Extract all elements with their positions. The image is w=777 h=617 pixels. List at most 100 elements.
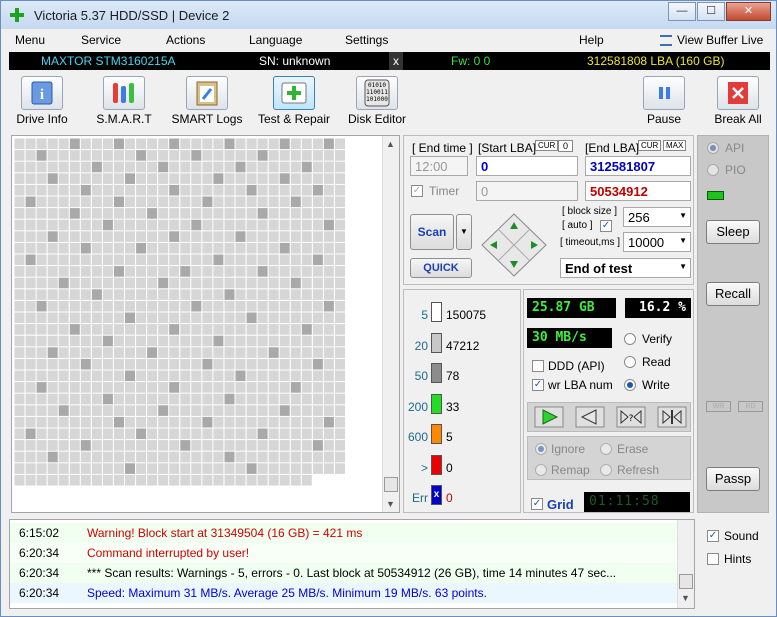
refresh-radio[interactable] (600, 464, 612, 476)
scan-button[interactable]: Scan (410, 214, 454, 250)
direction-pad[interactable] (480, 212, 548, 278)
smart-button[interactable]: S.M.A.R.T (89, 72, 159, 130)
surface-block (91, 382, 102, 393)
chevron-down-icon: ▼ (679, 236, 687, 245)
play-backward-icon[interactable] (575, 406, 605, 428)
surface-block (312, 382, 323, 393)
auto-checkbox[interactable]: ✓ (600, 220, 612, 232)
surface-block (147, 173, 158, 184)
scroll-down-icon[interactable]: ▼ (386, 499, 395, 509)
passp-button[interactable]: Passp (706, 467, 760, 491)
ignore-radio[interactable] (535, 443, 547, 455)
log-entry: 6:20:34 *** Scan results: Warnings - 5, e… (10, 563, 678, 583)
sound-checkbox[interactable]: ✓ (707, 530, 719, 542)
end-max-button[interactable]: MAX (663, 140, 687, 151)
read-radio[interactable] (624, 356, 636, 368)
smart-logs-button[interactable]: SMART Logs (169, 72, 245, 130)
start-lba-input[interactable]: 0 (476, 156, 578, 176)
surface-block (180, 300, 191, 312)
surface-block (202, 231, 213, 242)
goto-end-icon[interactable] (657, 406, 687, 428)
surface-block (80, 254, 91, 266)
grid-checkbox[interactable]: ✓ (531, 498, 543, 510)
pause-button[interactable]: Pause (639, 72, 689, 130)
surface-block (213, 196, 224, 208)
timeout-select[interactable]: 10000 ▼ (623, 232, 691, 252)
surface-block (102, 335, 113, 347)
end-mode-select[interactable]: End of test ▼ (560, 258, 691, 278)
quick-button[interactable]: QUICK (410, 258, 472, 278)
surface-block (58, 231, 69, 242)
play-forward-icon[interactable] (534, 406, 564, 428)
api-radio[interactable] (707, 142, 719, 154)
write-radio[interactable] (624, 379, 636, 391)
surface-block (14, 254, 25, 266)
surface-block (47, 405, 58, 416)
view-buffer-live-toggle[interactable]: View Buffer Live (677, 33, 763, 47)
hints-checkbox[interactable] (707, 553, 719, 565)
surface-block (91, 300, 102, 312)
menu-item-menu[interactable]: Menu (15, 33, 45, 47)
surface-block (257, 242, 268, 254)
surface-block (69, 474, 80, 486)
close-device-button[interactable]: x (389, 52, 403, 70)
drive-info-button[interactable]: i Drive Info (13, 72, 71, 130)
scroll-thumb[interactable] (384, 477, 398, 492)
menu-item-actions[interactable]: Actions (166, 33, 205, 47)
surface-block (102, 440, 113, 451)
surface-block (91, 370, 102, 382)
verify-radio[interactable] (624, 333, 636, 345)
surface-scrollbar[interactable]: ▲ ▼ (382, 136, 399, 512)
surface-block (312, 463, 323, 474)
latency-threshold: 200 (407, 399, 428, 414)
menu-item-settings[interactable]: Settings (345, 33, 388, 47)
surface-block (180, 289, 191, 300)
close-button[interactable]: ✕ (726, 2, 771, 21)
end-lba-input[interactable]: 312581807 (585, 156, 691, 176)
disk-editor-button[interactable]: 01010 110011 101000 Disk Editor (345, 72, 409, 130)
scroll-up-icon[interactable]: ▲ (386, 139, 395, 149)
view-buffer-icon (660, 35, 672, 46)
skip-unknown-icon[interactable]: ? (616, 406, 646, 428)
surface-block (290, 231, 301, 242)
scroll-down-icon[interactable]: ▼ (681, 593, 690, 603)
surface-block (268, 184, 279, 196)
scan-dropdown-icon[interactable]: ▼ (456, 214, 472, 250)
surface-block (180, 324, 191, 335)
remap-radio[interactable] (535, 464, 547, 476)
surface-block (202, 184, 213, 196)
block-size-select[interactable]: 256 ▼ (623, 207, 691, 227)
wr-lba-num-checkbox[interactable]: ✓ (532, 379, 544, 391)
surface-block (114, 196, 124, 208)
menu-item-help[interactable]: Help (579, 33, 604, 47)
surface-block (158, 161, 169, 173)
surface-block (136, 173, 147, 184)
log-scrollbar[interactable]: ▼ (677, 520, 694, 608)
sleep-button[interactable]: Sleep (706, 220, 760, 244)
surface-block (91, 138, 102, 150)
surface-block (335, 324, 345, 335)
test-repair-button[interactable]: Test & Repair (254, 72, 334, 130)
log-scroll-thumb[interactable] (679, 574, 693, 589)
start-cur-button[interactable]: CUR (535, 140, 559, 151)
end-cur-button[interactable]: CUR (638, 140, 662, 151)
surface-block (114, 266, 124, 277)
recall-button[interactable]: Recall (706, 282, 760, 306)
menu-item-service[interactable]: Service (81, 33, 121, 47)
surface-block (257, 324, 268, 335)
erase-radio[interactable] (600, 443, 612, 455)
timer-checkbox[interactable]: ✓ (411, 185, 423, 197)
minimize-button[interactable]: — (668, 2, 696, 21)
surface-block (58, 173, 69, 184)
break-all-button[interactable]: Break All (709, 72, 767, 130)
pio-radio[interactable] (707, 164, 719, 176)
surface-block (301, 335, 312, 347)
maximize-button[interactable]: ☐ (697, 2, 725, 21)
ddd-api-checkbox[interactable] (532, 360, 544, 372)
surface-block (213, 416, 224, 428)
surface-block (47, 451, 58, 463)
end-time-input[interactable]: 12:00 (410, 156, 468, 176)
menu-item-language[interactable]: Language (249, 33, 302, 47)
start-zero-button[interactable]: 0 (558, 140, 574, 152)
surface-block (80, 370, 91, 382)
